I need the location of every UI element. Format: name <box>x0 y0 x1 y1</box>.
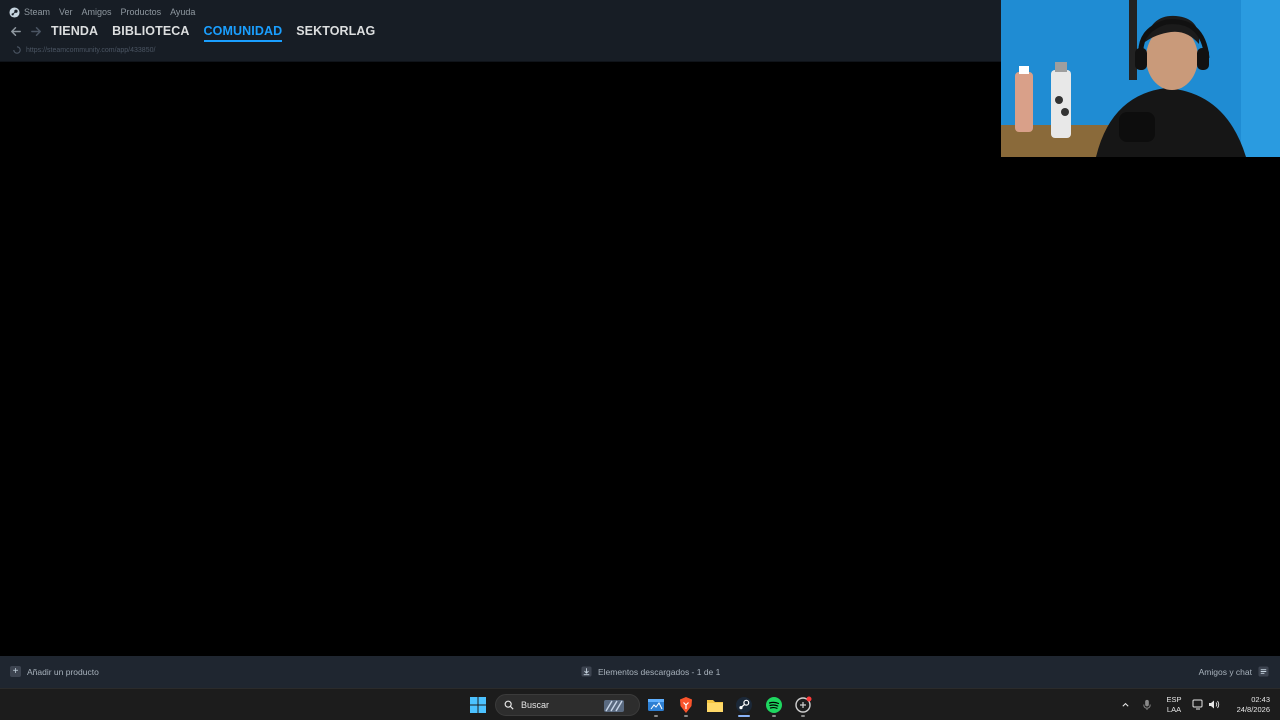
brave-running-indicator <box>684 715 688 717</box>
back-arrow-icon[interactable] <box>9 25 22 38</box>
loading-spinner-icon <box>13 46 21 54</box>
downloads-button[interactable]: Elementos descargados - 1 de 1 <box>581 666 720 677</box>
clock-date: 24/8/2026 <box>1236 705 1270 714</box>
steam-taskbar-icon[interactable] <box>735 696 753 714</box>
game-app-running-indicator <box>801 715 805 717</box>
windows-start-icon[interactable] <box>469 696 487 714</box>
taskbar-clock[interactable]: 02:43 24/8/2026 <box>1228 695 1270 715</box>
network-icon[interactable] <box>1192 699 1204 710</box>
friends-chat-icon <box>1258 666 1269 677</box>
friends-chat-button[interactable]: Amigos y chat <box>1199 666 1269 677</box>
tab-sektorlag[interactable]: SEKTORLAG <box>296 24 375 42</box>
menu-amigos[interactable]: Amigos <box>82 7 112 17</box>
game-app-icon[interactable] <box>794 696 812 714</box>
nav-tabs: TIENDA BIBLIOTECA COMUNIDAD SEKTORLAG <box>51 24 375 42</box>
spotify-icon[interactable] <box>765 696 783 714</box>
tab-biblioteca[interactable]: BIBLIOTECA <box>112 24 189 42</box>
menu-ayuda[interactable]: Ayuda <box>170 7 195 17</box>
file-explorer-icon[interactable] <box>706 696 724 714</box>
steam-logo-icon <box>9 6 20 18</box>
volume-icon[interactable] <box>1208 699 1220 710</box>
widgets-app-icon[interactable] <box>647 696 665 714</box>
forward-arrow-icon[interactable] <box>30 25 43 38</box>
url-bar: https://steamcommunity.com/app/433850/ <box>13 46 155 54</box>
search-icon <box>504 700 514 710</box>
steam-statusbar: + Añadir un producto Elementos descargad… <box>0 656 1280 688</box>
menu-steam[interactable]: Steam <box>24 7 50 17</box>
clock-time: 02:43 <box>1251 695 1270 704</box>
history-arrows <box>9 25 43 38</box>
add-product-button[interactable]: + Añadir un producto <box>10 666 99 677</box>
language-code: ESP <box>1166 695 1182 704</box>
downloads-label: Elementos descargados - 1 de 1 <box>598 666 721 677</box>
search-highlight-icon <box>604 700 624 712</box>
download-icon <box>581 666 592 677</box>
windows-taskbar: Buscar ESP LAA 02:43 24/8/2026 <box>0 688 1280 720</box>
plus-icon: + <box>10 666 21 677</box>
microphone-icon[interactable] <box>1142 699 1152 710</box>
current-url[interactable]: https://steamcommunity.com/app/433850/ <box>26 47 155 54</box>
screen: Steam Ver Amigos Productos Ayuda TIENDA … <box>0 0 1280 720</box>
menu-ver[interactable]: Ver <box>59 7 73 17</box>
search-placeholder: Buscar <box>521 700 550 710</box>
tab-comunidad[interactable]: COMUNIDAD <box>203 24 283 42</box>
input-language[interactable]: ESP LAA <box>1164 695 1184 715</box>
chevron-up-icon[interactable] <box>1121 700 1130 709</box>
webcam-overlay <box>1001 0 1280 157</box>
brave-browser-icon[interactable] <box>677 696 695 714</box>
add-product-label: Añadir un producto <box>27 666 99 677</box>
friends-chat-label: Amigos y chat <box>1198 666 1252 677</box>
taskbar-search[interactable]: Buscar <box>495 694 640 716</box>
language-layout: LAA <box>1166 705 1182 714</box>
tab-tienda[interactable]: TIENDA <box>51 24 98 42</box>
spotify-running-indicator <box>772 715 776 717</box>
streamer-webcam-image <box>1001 0 1280 157</box>
steam-active-indicator <box>738 715 750 717</box>
widgets-running-indicator <box>654 715 658 717</box>
menu-productos[interactable]: Productos <box>121 7 162 17</box>
